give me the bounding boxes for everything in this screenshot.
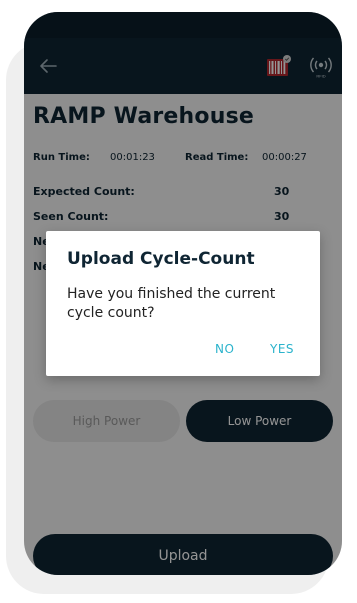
dialog-message: Have you finished the current cycle coun… (67, 286, 276, 321)
dialog-yes-button[interactable]: YES (270, 342, 294, 356)
dialog-title: Upload Cycle-Count (67, 249, 255, 269)
upload-dialog: Upload Cycle-Count Have you finished the… (46, 231, 320, 376)
dialog-no-button[interactable]: NO (215, 342, 234, 356)
